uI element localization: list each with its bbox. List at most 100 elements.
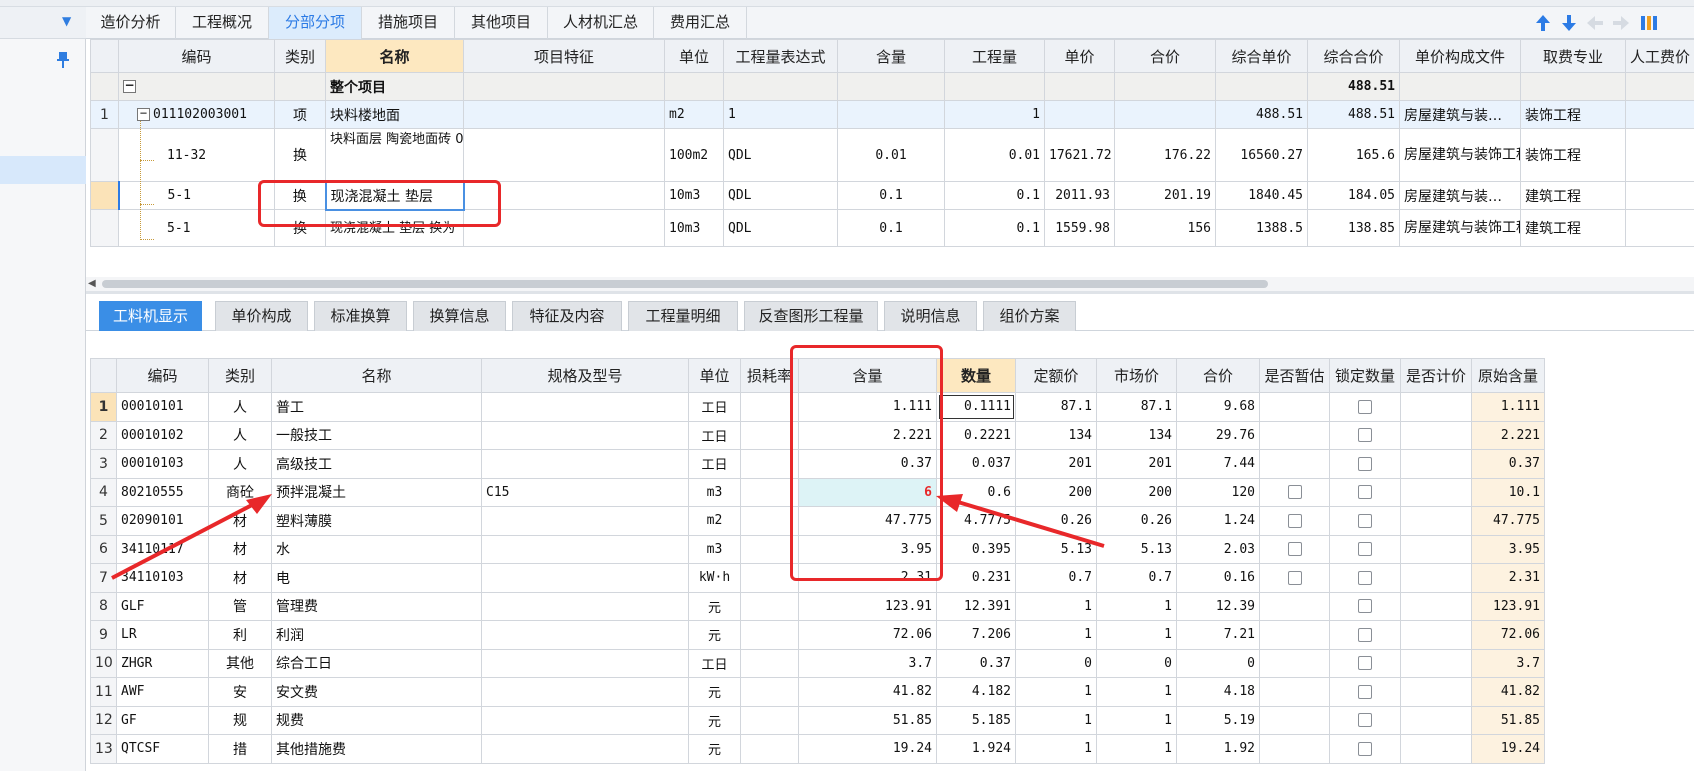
- lock-qty-checkbox[interactable]: [1358, 570, 1372, 585]
- tab-divisions[interactable]: 分部分项: [269, 7, 362, 39]
- cell-quantity[interactable]: 5.185: [936, 705, 1016, 735]
- panel-splitter[interactable]: [86, 291, 1694, 294]
- cell-content[interactable]: 72.06: [798, 620, 937, 650]
- header-total[interactable]: 综合合价: [1307, 39, 1400, 73]
- tab-quantity-details[interactable]: 工程量明细: [628, 301, 738, 331]
- cell-spec[interactable]: C15: [481, 477, 689, 507]
- cell-market-price[interactable]: 1: [1096, 734, 1177, 764]
- tab-conversion-info[interactable]: 换算信息: [413, 301, 506, 331]
- header-quantity[interactable]: 工程量: [944, 39, 1045, 73]
- cell-content[interactable]: 123.91: [798, 591, 937, 621]
- cell-name[interactable]: 高级技工: [271, 449, 482, 479]
- cell-content[interactable]: 3.7: [798, 648, 937, 678]
- cell-market-price[interactable]: 0: [1096, 648, 1177, 678]
- cell-spec[interactable]: [481, 620, 689, 650]
- cell-code[interactable]: 34110103: [116, 563, 209, 593]
- lock-qty-checkbox[interactable]: [1358, 456, 1372, 471]
- header-original-content[interactable]: 原始含量: [1471, 358, 1545, 393]
- cell-type[interactable]: 人: [208, 449, 272, 479]
- cell-name[interactable]: 一般技工: [271, 420, 482, 450]
- dropdown-arrow-icon[interactable]: ▼: [62, 14, 71, 28]
- scroll-left-icon[interactable]: ◀: [88, 278, 96, 289]
- header-provisional[interactable]: 是否暂估: [1259, 358, 1330, 393]
- provisional-checkbox[interactable]: [1287, 542, 1302, 557]
- cell-loss-rate[interactable]: [740, 591, 799, 621]
- header-unit[interactable]: 单位: [664, 39, 724, 73]
- header-code[interactable]: 编码: [116, 358, 209, 393]
- cell-code[interactable]: GF: [116, 705, 209, 735]
- cell-loss-rate[interactable]: [740, 620, 799, 650]
- cell-name[interactable]: 塑料薄膜: [271, 506, 482, 536]
- tab-price-composition[interactable]: 单价构成: [215, 301, 308, 331]
- move-right-icon[interactable]: [1612, 14, 1630, 32]
- tab-labor-material-summary[interactable]: 人材机汇总: [548, 7, 654, 39]
- header-price[interactable]: 单价: [1044, 39, 1115, 73]
- cell-code[interactable]: 00010102: [116, 420, 209, 450]
- cell-quantity[interactable]: 0.395: [936, 534, 1016, 564]
- cell-name[interactable]: 电: [271, 563, 482, 593]
- cell-market-price[interactable]: 200: [1096, 477, 1177, 507]
- cell-quantity[interactable]: 7.206: [936, 620, 1016, 650]
- cell-spec[interactable]: [481, 563, 689, 593]
- cell-code[interactable]: AWF: [116, 677, 209, 707]
- cell-loss-rate[interactable]: [740, 648, 799, 678]
- cell-unit[interactable]: 元: [688, 591, 741, 621]
- cell-type[interactable]: 规: [208, 705, 272, 735]
- move-left-icon[interactable]: [1586, 14, 1604, 32]
- scrollbar-thumb[interactable]: [102, 280, 1268, 288]
- cell-quantity[interactable]: 4.7775: [936, 506, 1016, 536]
- tab-pricing-scheme[interactable]: 组价方案: [983, 301, 1076, 331]
- tab-other-items[interactable]: 其他项目: [455, 7, 548, 39]
- cell-quantity[interactable]: 0.2221: [936, 420, 1016, 450]
- tab-reverse-lookup[interactable]: 反查图形工程量: [744, 301, 878, 331]
- cell-quantity[interactable]: 0.37: [936, 648, 1016, 678]
- header-quota-price[interactable]: 定额价: [1015, 358, 1097, 393]
- cell-type[interactable]: 利: [208, 620, 272, 650]
- cell-quantity[interactable]: 0.231: [936, 563, 1016, 593]
- cell-name[interactable]: 普工: [271, 392, 482, 422]
- cell-quantity[interactable]: 0.6: [936, 477, 1016, 507]
- table-row-summary[interactable]: − 整个项目 488.51: [90, 72, 1694, 101]
- lock-qty-checkbox[interactable]: [1358, 627, 1372, 642]
- lock-qty-checkbox[interactable]: [1358, 485, 1372, 500]
- table-row[interactable]: 12 GF 规规费元 51.85 5.185 1 1 5.19 51.85: [90, 705, 1545, 735]
- tab-project-overview[interactable]: 工程概况: [176, 7, 269, 39]
- cell-type[interactable]: 材: [208, 506, 272, 536]
- pin-icon[interactable]: [56, 51, 70, 69]
- header-labor-cost[interactable]: 人工费价: [1625, 39, 1694, 73]
- cell-spec[interactable]: [481, 449, 689, 479]
- cell-spec[interactable]: [481, 392, 689, 422]
- cell-code[interactable]: 00010103: [116, 449, 209, 479]
- cell-market-price[interactable]: 5.13: [1096, 534, 1177, 564]
- cell-content[interactable]: 41.82: [798, 677, 937, 707]
- lock-qty-checkbox[interactable]: [1358, 513, 1372, 528]
- cell-spec[interactable]: [481, 591, 689, 621]
- cell-code[interactable]: LR: [116, 620, 209, 650]
- cell-type[interactable]: 材: [208, 534, 272, 564]
- table-row[interactable]: 9 LR 利利润元 72.06 7.206 1 1 7.21 72.06: [90, 620, 1545, 650]
- cell-type[interactable]: 其他: [208, 648, 272, 678]
- table-row[interactable]: 11 AWF 安安文费元 41.82 4.182 1 1 4.18 41.82: [90, 677, 1545, 707]
- cell-loss-rate[interactable]: [740, 677, 799, 707]
- cell-quantity[interactable]: 1.924: [936, 734, 1016, 764]
- collapse-toggle-icon[interactable]: −: [123, 79, 136, 93]
- header-major[interactable]: 取费专业: [1520, 39, 1626, 73]
- cell-market-price[interactable]: 1: [1096, 677, 1177, 707]
- cell-quantity[interactable]: 0.1111: [936, 392, 1016, 422]
- cell-name[interactable]: 规费: [271, 705, 482, 735]
- lock-qty-checkbox[interactable]: [1358, 741, 1372, 756]
- tab-standard-conversion[interactable]: 标准换算: [314, 301, 407, 331]
- cell-spec[interactable]: [481, 705, 689, 735]
- table-row[interactable]: 13 QTCSF 措其他措施费元 19.24 1.924 1 1 1.92 19.24: [90, 734, 1545, 764]
- cell-market-price[interactable]: 0.7: [1096, 563, 1177, 593]
- cell-type[interactable]: 材: [208, 563, 272, 593]
- cell-code[interactable]: 80210555: [116, 477, 209, 507]
- header-expression[interactable]: 工程量表达式: [723, 39, 838, 73]
- header-priced[interactable]: 是否计价: [1400, 358, 1472, 393]
- cell-type[interactable]: 商砼: [208, 477, 272, 507]
- header-unit[interactable]: 单位: [688, 358, 741, 393]
- header-market-price[interactable]: 市场价: [1096, 358, 1177, 393]
- tab-labor-material-display[interactable]: 工料机显示: [99, 301, 202, 331]
- cell-loss-rate[interactable]: [740, 734, 799, 764]
- header-type[interactable]: 类别: [208, 358, 272, 393]
